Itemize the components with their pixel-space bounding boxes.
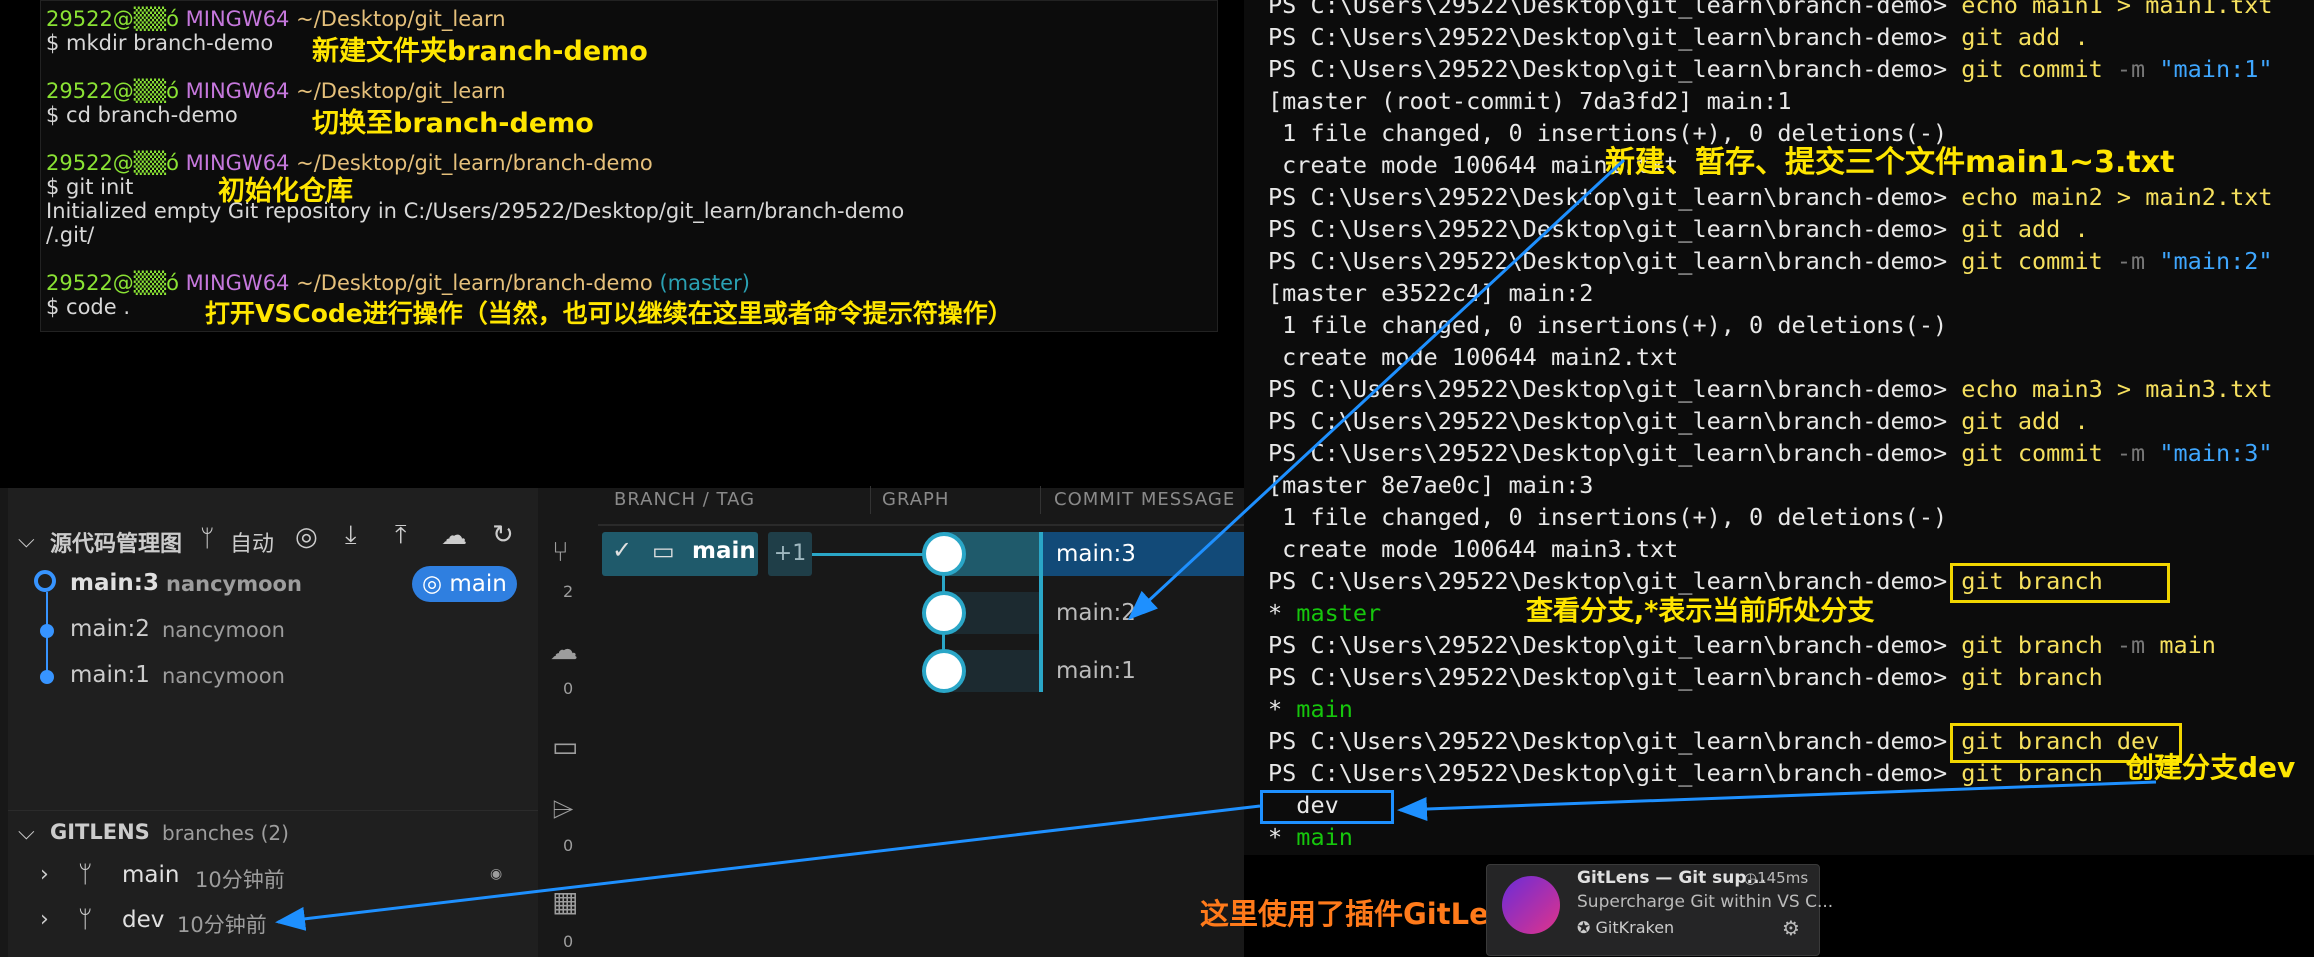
annotation-arrows bbox=[275, 158, 2157, 931]
